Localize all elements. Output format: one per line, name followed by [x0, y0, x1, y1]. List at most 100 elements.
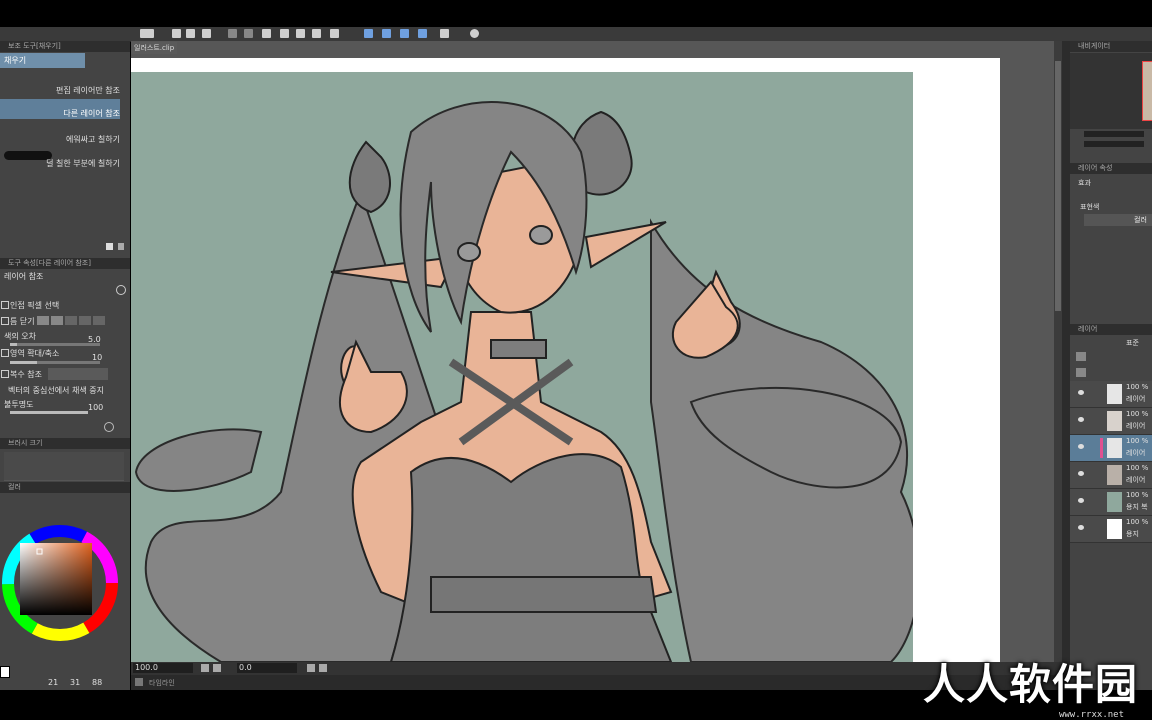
left-panel: 보조 도구[채우기] 채우기 편집 레이어만 참조 다른 레이어 참조 에워싸고…	[0, 41, 130, 690]
fill-icon[interactable]	[280, 29, 289, 38]
tool-property-title-text: 도구 속성[다른 레이어 참조]	[8, 259, 91, 267]
layer-row[interactable]: 100 % 용지 복	[1070, 489, 1152, 516]
navigator-preview-area[interactable]	[1070, 53, 1152, 129]
gap-size-buttons[interactable]	[37, 316, 107, 325]
layer-name: 레이어	[1126, 422, 1146, 430]
save-icon[interactable]	[202, 29, 211, 38]
layer-options-icon[interactable]	[1076, 368, 1086, 377]
navigator-title-bar: 내비게이터	[1070, 41, 1152, 52]
area-scaling-slider[interactable]	[10, 361, 100, 364]
right-panel: 내비게이터 레이어 속성 효과 표현색 컬러 레이어 표준 100 % 레이어 …	[1070, 41, 1152, 690]
timeline-label[interactable]: 타임라인	[149, 678, 175, 688]
paste-icon[interactable]	[330, 29, 339, 38]
zoom-field[interactable]: 100.0	[133, 663, 193, 673]
angle-field[interactable]: 0.0	[237, 663, 297, 673]
ruler-icon[interactable]	[440, 29, 449, 38]
visibility-eye-icon[interactable]	[1078, 390, 1084, 395]
area-scaling-checkbox[interactable]	[1, 349, 9, 357]
search-icon[interactable]	[116, 285, 126, 295]
visibility-eye-icon[interactable]	[1078, 498, 1084, 503]
selected-tool-tab[interactable]: 채우기	[0, 53, 85, 68]
color-panel-title: 컬러	[0, 482, 130, 493]
rotate-left-icon[interactable]	[307, 664, 315, 672]
trash-icon[interactable]	[118, 243, 124, 250]
layer-title-bar: 레이어	[1070, 324, 1152, 335]
layer-opacity: 100 %	[1126, 383, 1149, 391]
pen-icon[interactable]	[382, 29, 391, 38]
layer-name: 레이어	[1126, 476, 1146, 484]
visibility-eye-icon[interactable]	[1078, 417, 1084, 422]
cut-icon[interactable]	[296, 29, 305, 38]
rotate-right-icon[interactable]	[319, 664, 327, 672]
layer-color-marker	[1100, 438, 1103, 458]
layer-row[interactable]: 100 % 용지	[1070, 516, 1152, 543]
artwork[interactable]	[131, 72, 913, 662]
option-refer-other-layer[interactable]: 다른 레이어 참조	[63, 108, 120, 119]
tool-property-name: 레이어 참조	[4, 272, 44, 281]
layer-row[interactable]: 100 % 레이어	[1070, 408, 1152, 435]
color-title-text: 컬러	[8, 483, 21, 491]
visibility-eye-icon[interactable]	[1078, 471, 1084, 476]
layer-thumbnail	[1107, 492, 1122, 512]
color-wheel[interactable]	[0, 521, 124, 645]
layer-name: 용지 복	[1126, 503, 1148, 511]
layer-opacity: 100 %	[1126, 410, 1149, 418]
open-file-icon[interactable]	[186, 29, 195, 38]
sub-tool-title-text: 보조 도구[채우기]	[8, 42, 61, 50]
layer-thumbnail	[1107, 384, 1122, 404]
brush-icon[interactable]	[400, 29, 409, 38]
option-edit-layer-only[interactable]: 편집 레이어만 참조	[56, 85, 120, 96]
timeline-icon[interactable]	[135, 678, 143, 686]
zoom-out-icon[interactable]	[201, 664, 209, 672]
eraser-icon[interactable]	[418, 29, 427, 38]
new-sub-tool-icon[interactable]	[106, 243, 113, 250]
navigator-rotate-slider[interactable]	[1084, 141, 1144, 147]
visibility-eye-icon[interactable]	[1078, 444, 1084, 449]
visibility-eye-icon[interactable]	[1078, 525, 1084, 530]
effect-label: 효과	[1078, 179, 1091, 187]
layer-row[interactable]: 100 % 레이어	[1070, 381, 1152, 408]
main-color-swatch[interactable]	[0, 666, 10, 678]
layer-row-selected[interactable]: 100 % 레이어	[1070, 435, 1152, 462]
layer-row[interactable]: 100 % 레이어	[1070, 462, 1152, 489]
area-scaling-value[interactable]: 10	[92, 353, 102, 362]
brush-size-title-text: 브러시 크기	[8, 439, 43, 447]
copy-icon[interactable]	[312, 29, 321, 38]
canvas-vertical-scrollbar[interactable]	[1054, 41, 1062, 662]
adjacent-checkbox[interactable]	[1, 301, 9, 309]
brush-stroke-preview	[4, 151, 52, 160]
brush-size-presets[interactable]	[4, 452, 124, 481]
blend-mode-select[interactable]: 표준	[1126, 338, 1139, 348]
document-tab[interactable]: 일러스트.clip	[131, 42, 177, 54]
help-icon[interactable]	[470, 29, 479, 38]
settings-icon[interactable]	[104, 422, 114, 432]
watermark-url: www.rrxx.net	[1058, 710, 1124, 720]
artwork-illustration	[134, 101, 913, 662]
opacity-value[interactable]: 100	[88, 403, 103, 412]
color-margin-slider[interactable]	[10, 343, 100, 346]
transform-icon[interactable]	[262, 29, 271, 38]
option-fill-unpainted[interactable]: 덜 칠한 부분에 칠하기	[46, 158, 120, 169]
zoom-in-icon[interactable]	[213, 664, 221, 672]
layer-property-title: 레이어 속성	[1078, 164, 1113, 172]
opacity-slider[interactable]	[10, 411, 88, 414]
layer-thumbnail	[1107, 465, 1122, 485]
redo-icon[interactable]	[244, 29, 253, 38]
multi-ref-mode-buttons[interactable]	[48, 368, 108, 380]
close-gap-checkbox[interactable]	[1, 317, 9, 325]
new-file-icon[interactable]	[172, 29, 181, 38]
color-margin-label: 색의 오차	[4, 332, 36, 341]
color-g: 31	[70, 678, 81, 687]
navigator-zoom-slider[interactable]	[1084, 131, 1144, 137]
color-margin-value[interactable]: 5.0	[88, 335, 101, 344]
layer-name: 레이어	[1126, 449, 1146, 457]
navigator-thumbnail	[1142, 61, 1152, 121]
layer-opacity: 100 %	[1126, 518, 1149, 526]
undo-icon[interactable]	[228, 29, 237, 38]
multi-ref-checkbox[interactable]	[1, 370, 9, 378]
vector-stop-label[interactable]: 벡터의 중심선에서 채색 중지	[8, 385, 104, 396]
option-enclose-fill[interactable]: 에워싸고 칠하기	[66, 134, 120, 145]
opacity-icon[interactable]	[1076, 352, 1086, 361]
select-icon[interactable]	[364, 29, 373, 38]
expression-color-select[interactable]: 컬러	[1084, 214, 1152, 226]
